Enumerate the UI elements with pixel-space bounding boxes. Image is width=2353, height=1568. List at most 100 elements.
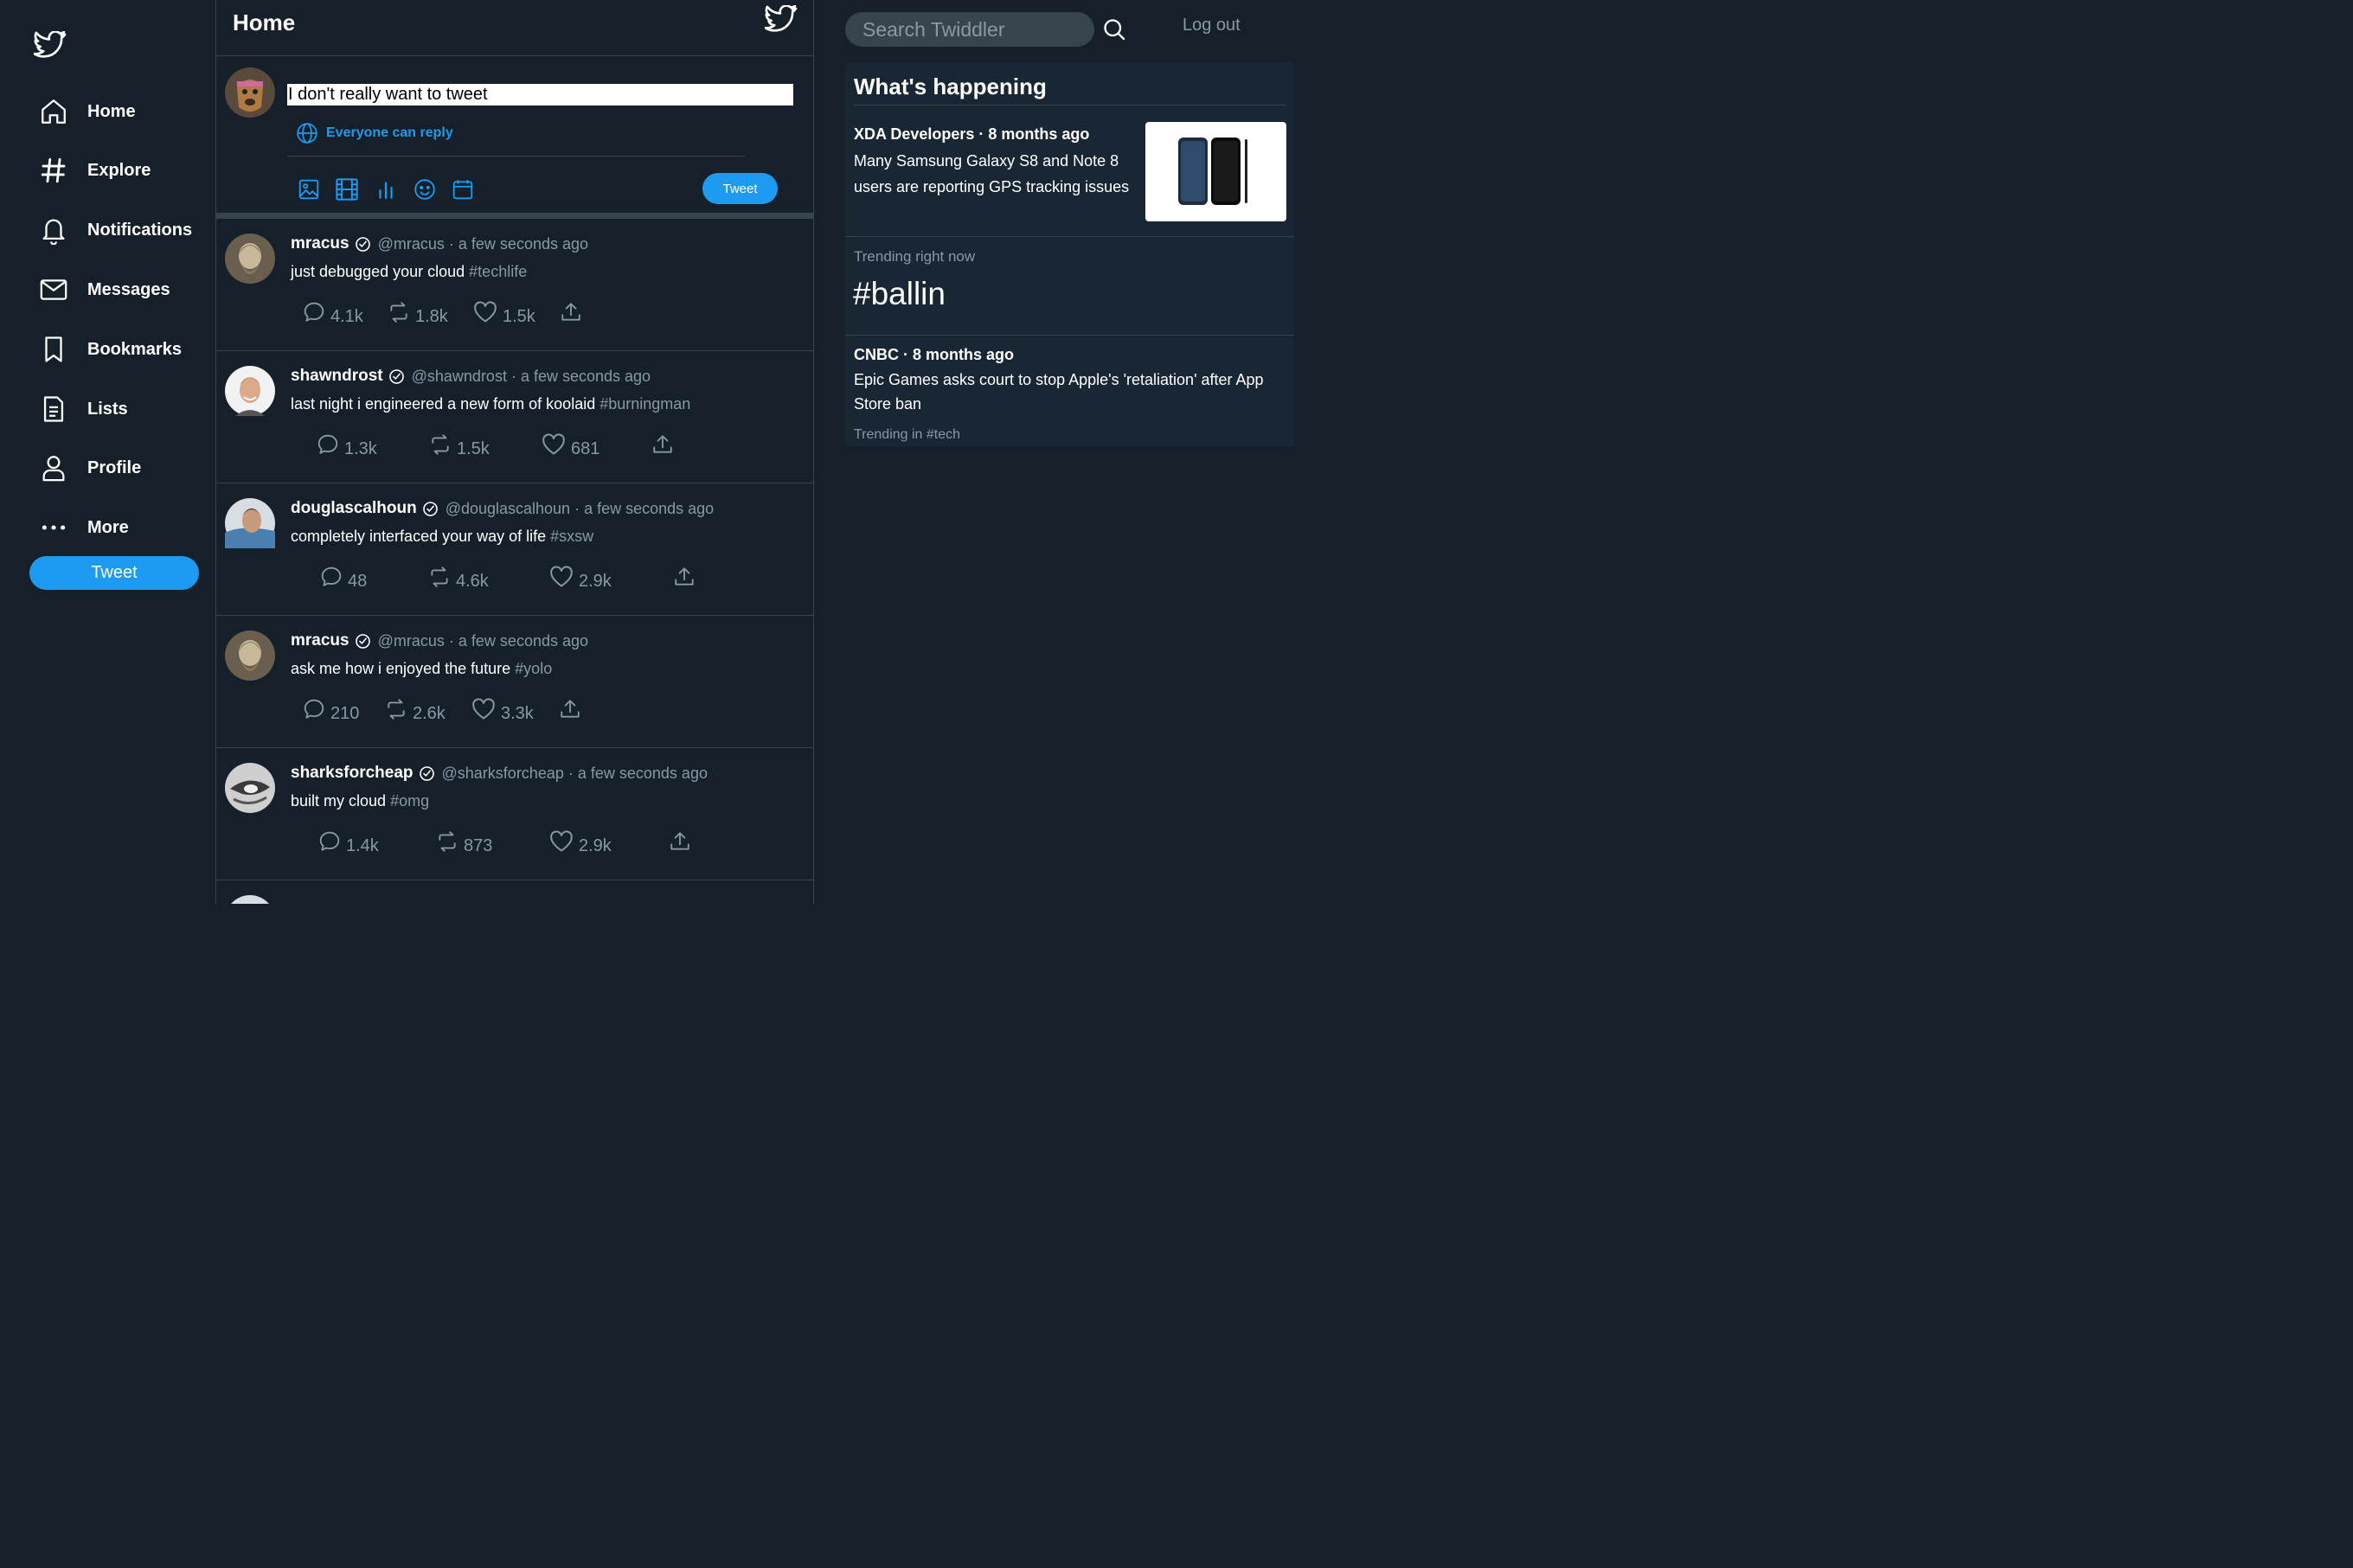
retweet-button[interactable]: 2.6k bbox=[385, 696, 446, 723]
nav-item-notifications[interactable]: Notifications bbox=[38, 213, 192, 247]
nav-item-messages[interactable]: Messages bbox=[38, 272, 170, 307]
retweet-button[interactable]: 873 bbox=[436, 829, 492, 855]
page-title: Home bbox=[233, 10, 296, 35]
heart-icon bbox=[549, 566, 574, 588]
like-button[interactable]: 1.5k bbox=[473, 299, 535, 326]
logout-link[interactable]: Log out bbox=[1183, 16, 1241, 35]
share-button[interactable] bbox=[673, 564, 696, 590]
avatar[interactable] bbox=[225, 67, 275, 118]
nav-item-home[interactable]: Home bbox=[38, 94, 136, 129]
like-count: 681 bbox=[571, 438, 600, 458]
retweet-button[interactable]: 1.5k bbox=[429, 432, 490, 458]
search-input[interactable] bbox=[862, 12, 1087, 47]
nav-item-label: Messages bbox=[87, 279, 170, 299]
like-button[interactable]: 2.9k bbox=[549, 564, 612, 591]
trends-panel: What's happening XDA Developers · 8 mont… bbox=[845, 62, 1294, 446]
compose-tweet-button[interactable]: Tweet bbox=[702, 173, 778, 204]
tweet[interactable]: sharksforcheap @sharksforcheap · a few s… bbox=[216, 748, 813, 880]
twitter-bird-icon[interactable] bbox=[34, 31, 67, 61]
nav-item-lists[interactable]: Lists bbox=[38, 392, 128, 426]
separator-dot: · bbox=[448, 631, 454, 650]
reply-setting-label: Everyone can reply bbox=[326, 125, 453, 140]
share-button[interactable] bbox=[669, 829, 691, 854]
tweet-header: sharksforcheap @sharksforcheap · a few s… bbox=[291, 764, 708, 783]
tweet-author-handle[interactable]: @douglascalhoun bbox=[446, 500, 570, 518]
avatar[interactable] bbox=[225, 630, 275, 681]
nav-item-profile[interactable]: Profile bbox=[38, 451, 141, 485]
reply-button[interactable]: 1.3k bbox=[317, 432, 377, 458]
reply-icon bbox=[317, 433, 339, 456]
like-button[interactable]: 3.3k bbox=[471, 696, 534, 723]
share-button[interactable] bbox=[559, 696, 581, 722]
tweet-text: just debugged your cloud #techlife bbox=[291, 263, 527, 281]
search-icon[interactable] bbox=[1102, 17, 1126, 42]
retweet-button[interactable]: 1.8k bbox=[388, 299, 448, 326]
heart-icon bbox=[471, 698, 496, 720]
reply-setting[interactable]: Everyone can reply bbox=[296, 122, 453, 144]
share-button[interactable] bbox=[560, 299, 582, 325]
tweet-author-name[interactable]: sharksforcheap bbox=[291, 764, 414, 783]
hashtag-link[interactable]: #burningman bbox=[599, 395, 690, 413]
reply-icon bbox=[303, 301, 325, 323]
tweet[interactable]: douglascalhoun @douglascalhoun · a few s… bbox=[216, 483, 813, 616]
hashtag-link[interactable]: #omg bbox=[390, 792, 429, 810]
timeline-header: Home bbox=[216, 0, 813, 56]
reply-count: 48 bbox=[348, 571, 368, 591]
avatar[interactable] bbox=[225, 366, 275, 416]
search-bar[interactable] bbox=[845, 12, 1094, 47]
reply-button[interactable]: 48 bbox=[320, 564, 368, 591]
tweet[interactable]: mracus @mracus · a few seconds ago ask m… bbox=[216, 616, 813, 748]
share-icon bbox=[669, 830, 691, 853]
like-button[interactable]: 2.9k bbox=[549, 829, 612, 855]
avatar[interactable] bbox=[225, 763, 275, 813]
tweet-author-handle[interactable]: @mracus bbox=[378, 632, 445, 650]
tweet-text-content: completely interfaced your way of life bbox=[291, 528, 547, 545]
like-button[interactable]: 681 bbox=[542, 432, 599, 458]
gif-film-icon[interactable] bbox=[334, 176, 360, 202]
reply-button[interactable]: 1.4k bbox=[318, 829, 379, 855]
trend-item[interactable]: CNBC · 8 months ago Epic Games asks cour… bbox=[845, 336, 1294, 446]
avatar[interactable] bbox=[225, 498, 275, 548]
retweet-count: 1.8k bbox=[415, 306, 448, 326]
trend-hashtag[interactable]: #ballin bbox=[853, 276, 946, 312]
tweet-author-handle[interactable]: @mracus bbox=[378, 235, 445, 253]
tweet-author-name[interactable]: mracus bbox=[291, 234, 349, 253]
nav-item-explore[interactable]: Explore bbox=[38, 153, 151, 188]
tweet-author-name[interactable]: shawndrost bbox=[291, 367, 383, 386]
schedule-icon[interactable] bbox=[450, 176, 476, 202]
share-icon bbox=[560, 301, 582, 323]
trend-item[interactable]: XDA Developers · 8 months ago Many Samsu… bbox=[845, 106, 1294, 237]
trend-item[interactable]: Trending right now #ballin bbox=[845, 237, 1294, 336]
avatar[interactable] bbox=[225, 895, 275, 904]
verified-check-icon bbox=[355, 236, 371, 253]
hashtag-link[interactable]: #sxsw bbox=[550, 528, 593, 545]
avatar[interactable] bbox=[225, 234, 275, 284]
nav-item-bookmarks[interactable]: Bookmarks bbox=[38, 332, 182, 367]
nav-item-more[interactable]: More bbox=[38, 510, 129, 545]
tweet[interactable]: shawndrost @shawndrost · a few seconds a… bbox=[216, 351, 813, 483]
retweet-icon bbox=[388, 301, 410, 323]
retweet-button[interactable]: 4.6k bbox=[428, 564, 489, 591]
tweet-timestamp: a few seconds ago bbox=[520, 367, 651, 385]
reply-button[interactable]: 210 bbox=[303, 696, 359, 723]
trend-category: Trending in #tech bbox=[854, 427, 961, 442]
tweet[interactable]: mracus @mracus · a few seconds ago just … bbox=[216, 219, 813, 351]
hashtag-link[interactable]: #techlife bbox=[469, 263, 527, 280]
reply-icon bbox=[320, 566, 343, 588]
hashtag-link[interactable]: #yolo bbox=[515, 660, 552, 677]
like-count: 2.9k bbox=[579, 835, 612, 855]
tweet[interactable] bbox=[216, 880, 813, 904]
reply-button[interactable]: 4.1k bbox=[303, 299, 363, 326]
image-icon[interactable] bbox=[296, 176, 322, 202]
share-icon bbox=[651, 433, 674, 456]
tweet-author-handle[interactable]: @shawndrost bbox=[412, 368, 507, 386]
tweet-author-handle[interactable]: @sharksforcheap bbox=[442, 765, 564, 783]
twitter-bird-icon[interactable] bbox=[765, 5, 798, 35]
emoji-icon[interactable] bbox=[412, 176, 438, 202]
share-button[interactable] bbox=[651, 432, 674, 458]
tweet-author-name[interactable]: douglascalhoun bbox=[291, 499, 417, 518]
tweet-author-name[interactable]: mracus bbox=[291, 631, 349, 650]
compose-input[interactable] bbox=[287, 84, 793, 106]
poll-icon[interactable] bbox=[373, 176, 399, 202]
sidebar-tweet-button[interactable]: Tweet bbox=[29, 556, 199, 590]
